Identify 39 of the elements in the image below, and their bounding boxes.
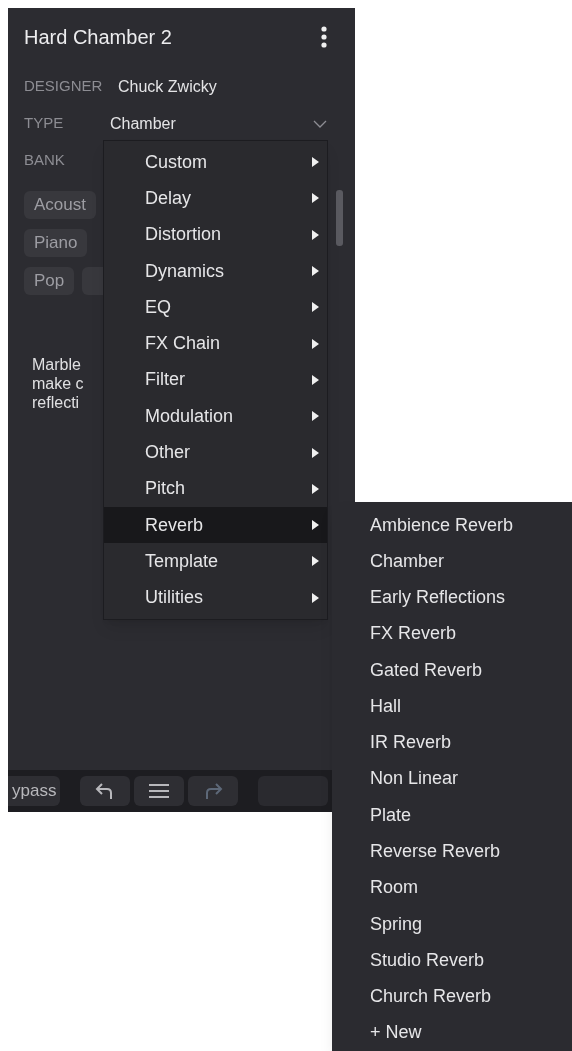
tag[interactable]: Piano	[24, 229, 88, 257]
bypass-button[interactable]: ypass	[8, 776, 61, 806]
submenu-item[interactable]: Non Linear	[332, 760, 572, 798]
submenu-item[interactable]: Ambience Reverb	[332, 507, 572, 544]
tag[interactable]: Pop	[24, 267, 75, 295]
menu-item[interactable]: Modulation	[104, 398, 327, 435]
menu-item[interactable]: Filter	[104, 361, 327, 399]
submenu-item[interactable]: Spring	[332, 905, 572, 943]
menu-item[interactable]: Reverb	[104, 506, 327, 544]
menu-item[interactable]: Pitch	[104, 470, 327, 507]
field-label: BANK	[24, 150, 66, 171]
field-label: TYPE	[24, 113, 65, 134]
submenu-item[interactable]: Reverse Reverb	[332, 833, 572, 870]
field-value: Chuck Zwicky	[118, 76, 217, 97]
menu-item[interactable]: EQ	[104, 289, 327, 326]
menu-item[interactable]: FX Chain	[104, 325, 327, 362]
menu-item[interactable]: Delay	[104, 180, 327, 217]
type-dropdown[interactable]: Chamber	[110, 111, 327, 136]
submenu-item[interactable]: Church Reverb	[332, 978, 572, 1015]
submenu-item[interactable]: + New	[332, 1014, 572, 1051]
submenu-item[interactable]: Room	[332, 869, 572, 906]
submenu-item[interactable]: Gated Reverb	[332, 652, 572, 689]
submenu-item[interactable]: Early Reflections	[332, 579, 572, 616]
preset-title: Hard Chamber 2	[24, 25, 172, 50]
submenu-item[interactable]: FX Reverb	[332, 615, 572, 653]
menu-item[interactable]: Template	[104, 543, 327, 580]
submenu-item[interactable]: Chamber	[332, 543, 572, 580]
menu-item[interactable]: Other	[104, 434, 327, 471]
tag[interactable]: Acoust	[24, 191, 96, 219]
menu-item[interactable]: Dynamics	[104, 252, 327, 290]
menu-item[interactable]: Distortion	[104, 216, 327, 253]
submenu-item[interactable]: Hall	[332, 688, 572, 725]
submenu-item[interactable]: Studio Reverb	[332, 942, 572, 979]
menu-item[interactable]: Utilities	[104, 579, 327, 616]
submenu-item[interactable]: Plate	[332, 797, 572, 834]
submenu-item[interactable]: IR Reverb	[332, 724, 572, 761]
field-label: DESIGNER	[24, 76, 104, 97]
description: Marble make c reflecti	[32, 355, 84, 412]
menu-item[interactable]: Custom	[104, 144, 327, 181]
